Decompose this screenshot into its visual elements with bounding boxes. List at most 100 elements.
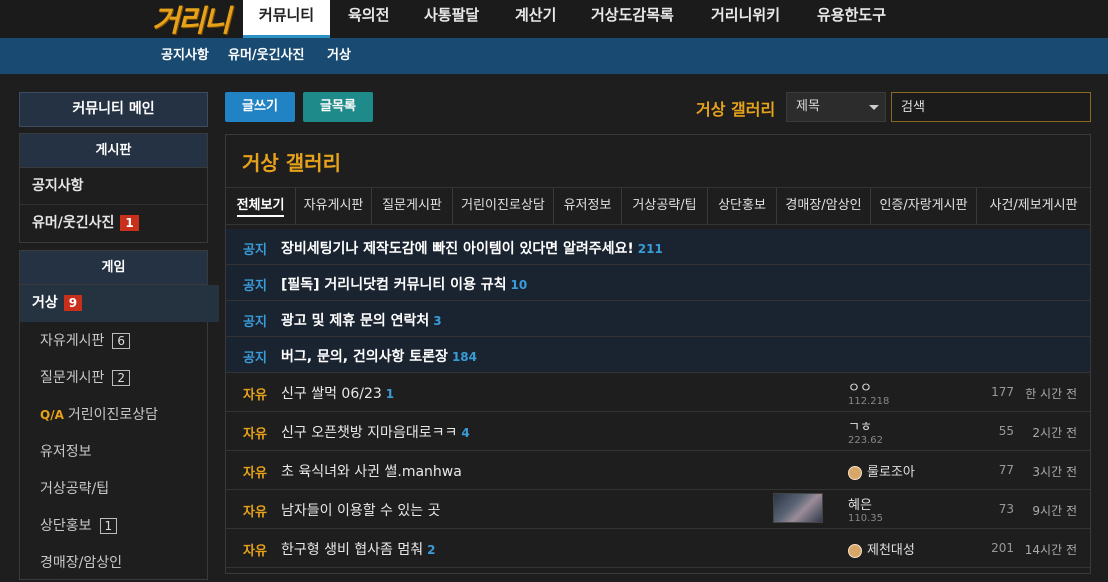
- post-author[interactable]: 혜은: [848, 494, 872, 513]
- view-count: 77: [998, 463, 1014, 477]
- list-button[interactable]: 글목록: [303, 92, 373, 122]
- notice-row[interactable]: 공지 [필독] 거리니닷컴 커뮤니티 이용 규칙 10: [226, 265, 1090, 301]
- nav-geosang-dogam[interactable]: 거상도감목록: [591, 0, 674, 38]
- post-row[interactable]: 자유 초 육식녀와 사귄 썰.manhwa 룰로조아 77 3시간 전: [226, 451, 1090, 490]
- post-author[interactable]: 룰로조아: [848, 461, 915, 480]
- avatar: [848, 543, 862, 558]
- category-label: 자유: [243, 505, 267, 520]
- sidebar-item-guide-tips[interactable]: 거상공략/팁: [20, 471, 207, 508]
- sidebar-item-question-board[interactable]: 질문게시판 2: [20, 360, 207, 397]
- chevron-down-icon: [869, 105, 879, 110]
- sidebar-item-auction[interactable]: 경매장/암상인: [20, 545, 207, 582]
- new-count-badge: 6: [112, 333, 131, 349]
- sidebar-item-guild-promo[interactable]: 상단홍보 1: [20, 508, 207, 545]
- post-row[interactable]: 자유 한구형 생비 협사좀 멈춰 2 제천대성 201 14시간 전: [226, 529, 1090, 568]
- view-count: 177: [991, 385, 1014, 399]
- post-row[interactable]: 자유 신구 쌀먹 06/23 1 ㅇㅇ 112.218 177 한 시간 전: [226, 373, 1090, 412]
- category-label: 공지: [243, 351, 267, 366]
- tab-report-board[interactable]: 사건/제보게시판: [977, 188, 1090, 224]
- category-label: 공지: [243, 243, 267, 258]
- community-main-button[interactable]: 커뮤니티 메인: [19, 92, 208, 127]
- post-row[interactable]: 자유 남자들이 이용할 수 있는 곳 혜은 110.35 73 9시간 전: [226, 490, 1090, 529]
- site-logo[interactable]: 거리니: [152, 0, 231, 40]
- sidebar-item-notice[interactable]: 공지사항: [20, 168, 207, 205]
- notice-row[interactable]: 공지 광고 및 제휴 문의 연락처 3: [226, 301, 1090, 337]
- sidebar-item-free-board[interactable]: 자유게시판 6: [20, 323, 207, 360]
- post-title[interactable]: 신구 쌀먹 06/23 1: [281, 383, 394, 403]
- post-author[interactable]: ㄱㅎ: [848, 416, 872, 435]
- view-count: 55: [998, 424, 1014, 438]
- nav-satongpaldal[interactable]: 사통팔달: [424, 0, 479, 38]
- tab-free-board[interactable]: 자유게시판: [296, 188, 372, 224]
- tab-user-info[interactable]: 유저정보: [554, 188, 622, 224]
- nav-yukuijeon[interactable]: 육의전: [348, 0, 389, 38]
- search-select-value: 제목: [796, 99, 820, 114]
- category-label: 자유: [243, 544, 267, 559]
- search-field-select[interactable]: 제목: [786, 92, 886, 122]
- post-title[interactable]: 버그, 문의, 건의사항 토론장 184: [281, 346, 477, 366]
- post-title[interactable]: 장비세팅기나 제작도감에 빠진 아이템이 있다면 알려주세요! 211: [281, 238, 663, 258]
- category-label: 공지: [243, 279, 267, 294]
- category-label: 자유: [243, 388, 267, 403]
- comment-count: 4: [461, 426, 470, 440]
- category-label: 공지: [243, 315, 267, 330]
- sidebar-item-label: 경매장/암상인: [40, 555, 122, 571]
- sidebar-item-label: 공지사항: [32, 178, 84, 194]
- post-title[interactable]: 신구 오픈챗방 지마음대로ㅋㅋ 4: [281, 422, 470, 442]
- comment-count: 184: [451, 350, 478, 364]
- post-title[interactable]: 한구형 생비 협사좀 멈춰 2: [281, 539, 436, 559]
- search-input[interactable]: [891, 92, 1091, 122]
- post-time: 9시간 전: [1032, 504, 1077, 518]
- subnav-geosang[interactable]: 거상: [327, 38, 351, 74]
- view-count: 201: [991, 541, 1014, 555]
- new-count-badge: 1: [120, 215, 139, 231]
- subnav-notice[interactable]: 공지사항: [161, 38, 209, 74]
- notice-row[interactable]: 공지 버그, 문의, 건의사항 토론장 184: [226, 337, 1090, 373]
- notice-row[interactable]: 공지 장비세팅기나 제작도감에 빠진 아이템이 있다면 알려주세요! 211: [226, 229, 1090, 265]
- post-time: 3시간 전: [1032, 465, 1077, 479]
- tab-all[interactable]: 전체보기: [226, 188, 296, 224]
- post-author[interactable]: ㅇㅇ: [848, 377, 872, 396]
- post-thumbnail[interactable]: [773, 493, 823, 523]
- post-title[interactable]: 광고 및 제휴 문의 연락처 3: [281, 310, 442, 330]
- top-navigation: 거리니 커뮤니티 육의전 사통팔달 계산기 거상도감목록 거리니위키 유용한도구: [0, 0, 1108, 40]
- game-section: 게임 거상 9 자유게시판 6 질문게시판 2 Q/A 거린이진로상담 유저정보 거상공…: [19, 250, 219, 582]
- nav-wiki[interactable]: 거리니위키: [711, 0, 780, 38]
- sidebar-item-user-info[interactable]: 유저정보: [20, 434, 207, 471]
- sidebar-item-label: 상단홍보: [40, 518, 92, 534]
- author-ip: 223.62: [848, 435, 883, 446]
- new-count-badge: 9: [63, 295, 83, 311]
- board-section-header: 게시판: [20, 134, 207, 168]
- post-row[interactable]: 자유 신구 오픈챗방 지마음대로ㅋㅋ 4 ㄱㅎ 223.62 55 2시간 전: [226, 412, 1090, 451]
- comment-count: 2: [427, 543, 436, 557]
- sidebar-item-label: 거린이진로상담: [67, 407, 159, 423]
- category-label: 자유: [243, 427, 267, 442]
- gallery-label: 거상 갤러리: [696, 100, 776, 119]
- tab-guild-promo[interactable]: 상단홍보: [708, 188, 777, 224]
- sidebar-item-beginner-counsel[interactable]: Q/A 거린이진로상담: [20, 397, 207, 434]
- post-time: 한 시간 전: [1025, 387, 1077, 401]
- post-title[interactable]: 초 육식녀와 사귄 썰.manhwa: [281, 461, 462, 481]
- sidebar-item-label: 거상공략/팁: [40, 481, 110, 497]
- view-count: 73: [998, 502, 1014, 516]
- qa-prefix: Q/A: [40, 408, 64, 422]
- sidebar-item-label: 유머/웃긴사진: [32, 215, 115, 231]
- tab-auction[interactable]: 경매장/암상인: [777, 188, 871, 224]
- tab-boast-board[interactable]: 인증/자랑게시판: [871, 188, 977, 224]
- sidebar-item-geosang[interactable]: 거상 9: [20, 285, 219, 322]
- sidebar-item-label: 유저정보: [40, 444, 92, 460]
- tab-beginner-counsel[interactable]: 거린이진로상담: [453, 188, 554, 224]
- write-button[interactable]: 글쓰기: [225, 92, 295, 122]
- tab-question-board[interactable]: 질문게시판: [372, 188, 453, 224]
- post-title[interactable]: [필독] 거리니닷컴 커뮤니티 이용 규칙 10: [281, 274, 527, 294]
- sidebar-item-humor[interactable]: 유머/웃긴사진 1: [20, 205, 207, 242]
- nav-calculator[interactable]: 계산기: [515, 0, 556, 38]
- post-author[interactable]: 제천대성: [848, 539, 915, 558]
- nav-useful-tools[interactable]: 유용한도구: [817, 0, 886, 38]
- tab-guide-tips[interactable]: 거상공략/팁: [622, 188, 708, 224]
- post-title[interactable]: 남자들이 이용할 수 있는 곳: [281, 500, 440, 520]
- nav-community[interactable]: 커뮤니티: [243, 0, 330, 38]
- comment-count: 10: [510, 278, 528, 292]
- subnav-humor[interactable]: 유머/웃긴사진: [228, 38, 305, 74]
- author-ip: 110.35: [848, 513, 883, 524]
